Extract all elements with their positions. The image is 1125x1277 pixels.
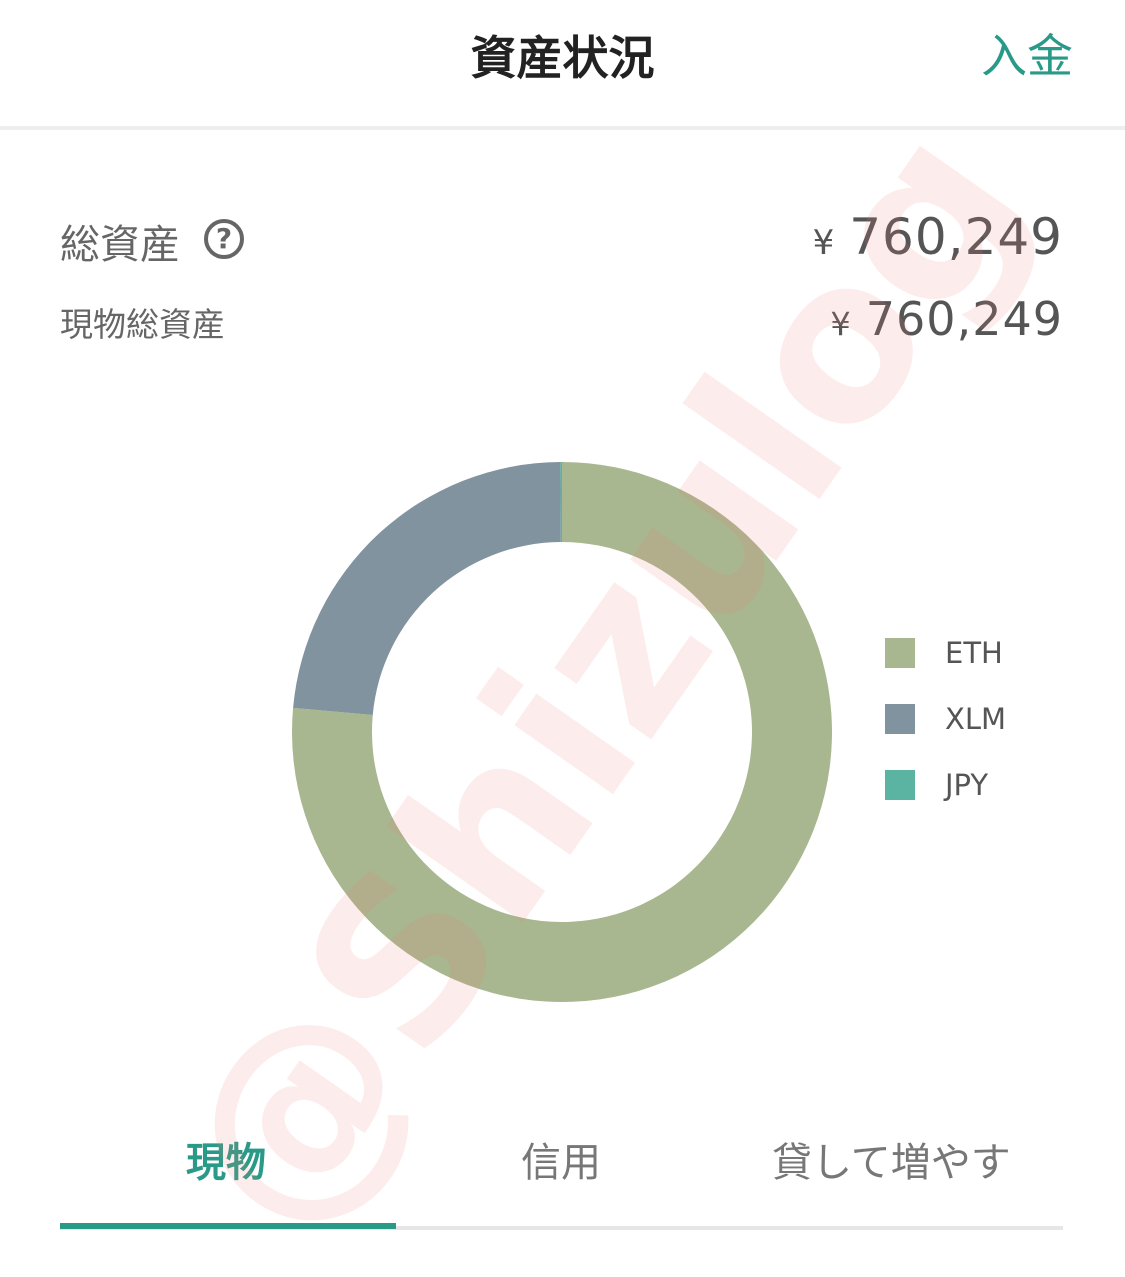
legend-label: ETH [945,636,1003,670]
tab-margin[interactable]: 信用 [521,1130,601,1188]
donut-slice-xlm [293,462,561,716]
legend-swatch [885,704,915,734]
legend-label: XLM [945,702,1007,736]
tab-active-indicator [60,1223,396,1229]
asset-tabs: 現物 信用 貸して増やす [60,1120,1063,1230]
asset-donut-chart [291,462,833,1002]
tab-spot[interactable]: 現物 [186,1130,266,1188]
legend-swatch [885,638,915,668]
legend-label: JPY [945,768,989,802]
legend-swatch [885,770,915,800]
tab-lend[interactable]: 貸して増やす [772,1130,1011,1188]
